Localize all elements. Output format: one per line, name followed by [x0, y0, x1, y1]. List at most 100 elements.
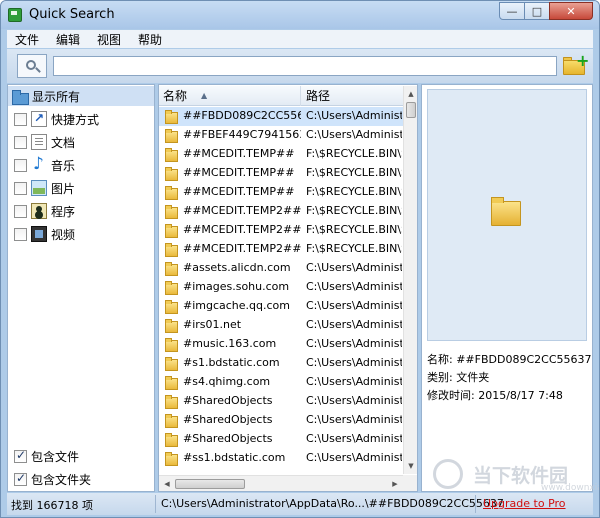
filter-label: 视频	[51, 227, 76, 242]
upgrade-link[interactable]: Upgrade to Pro	[483, 497, 566, 510]
watermark-logo-icon	[433, 459, 463, 489]
include-folders-checkbox[interactable]	[14, 471, 27, 486]
filter-program-checkbox[interactable]	[14, 204, 27, 218]
row-name: #SharedObjects	[183, 394, 273, 407]
scroll-left-icon[interactable]: ◀	[161, 478, 173, 490]
menu-file[interactable]: 文件	[7, 31, 48, 48]
vertical-scrollbar[interactable]: ▲ ▼	[403, 86, 417, 474]
filter-music[interactable]: 音乐	[14, 154, 76, 175]
row-name: ##MCEDIT.TEMP##	[183, 166, 295, 179]
folder-icon	[165, 110, 178, 124]
row-path: C:\Users\Administrat	[306, 280, 402, 293]
filter-shortcut-checkbox[interactable]	[14, 112, 27, 126]
row-path: F:\$RECYCLE.BIN\S-	[306, 166, 402, 179]
row-name: #s1.bdstatic.com	[183, 356, 280, 369]
include-files-label: 包含文件	[31, 449, 80, 464]
table-row[interactable]: ##MCEDIT.TEMP## F:\$RECYCLE.BIN\S-	[159, 164, 403, 183]
table-row[interactable]: #music.163.com C:\Users\Administrat	[159, 335, 403, 354]
preview-panel: 名称: ##FBDD089C2CC55637 类别: 文件夹 修改时间: 201…	[421, 84, 593, 492]
table-row[interactable]: #ss1.bdstatic.com C:\Users\Administrat	[159, 449, 403, 468]
folder-icon	[165, 262, 178, 276]
column-header-name-label: 名称	[163, 89, 188, 103]
preview-image	[427, 89, 587, 341]
column-header-path[interactable]: 路径	[302, 86, 402, 106]
table-row[interactable]: #SharedObjects C:\Users\Administrat	[159, 430, 403, 449]
menu-help[interactable]: 帮助	[130, 31, 171, 48]
filter-shortcut[interactable]: 快捷方式	[14, 109, 99, 129]
horizontal-scroll-thumb[interactable]	[175, 479, 245, 489]
row-name: ##MCEDIT.TEMP##	[183, 185, 295, 198]
filter-video[interactable]: 视频	[14, 224, 75, 244]
row-path: C:\Users\Administrat	[306, 394, 402, 407]
app-icon	[8, 8, 22, 22]
column-header-name[interactable]: 名称 ▲	[159, 86, 301, 106]
table-row[interactable]: #s4.qhimg.com C:\Users\Administrat	[159, 373, 403, 392]
filter-picture-checkbox[interactable]	[14, 181, 27, 195]
folder-icon	[165, 376, 178, 390]
maximize-button[interactable]: □	[524, 2, 550, 20]
folder-icon	[165, 300, 178, 314]
filter-document-checkbox[interactable]	[14, 135, 27, 149]
row-path: C:\Users\Administrat	[306, 128, 402, 141]
table-row[interactable]: ##MCEDIT.TEMP## F:\$RECYCLE.BIN\S-	[159, 145, 403, 164]
table-row[interactable]: ##MCEDIT.TEMP2## F:\$RECYCLE.BIN\S-	[159, 221, 403, 240]
scroll-down-icon[interactable]: ▼	[405, 460, 417, 472]
program-icon	[31, 203, 47, 219]
include-files-checkbox[interactable]	[14, 448, 27, 463]
filter-video-checkbox[interactable]	[14, 227, 27, 241]
search-bar: +	[7, 49, 593, 83]
table-row[interactable]: ##MCEDIT.TEMP## F:\$RECYCLE.BIN\S-	[159, 183, 403, 202]
filter-document[interactable]: 文档	[14, 132, 75, 152]
filter-picture[interactable]: 图片	[14, 178, 75, 198]
folder-icon	[165, 167, 178, 181]
table-row[interactable]: ##MCEDIT.TEMP2## F:\$RECYCLE.BIN\S-	[159, 240, 403, 259]
table-row[interactable]: #SharedObjects C:\Users\Administrat	[159, 392, 403, 411]
filter-program[interactable]: 程序	[14, 201, 75, 221]
row-name: #images.sohu.com	[183, 280, 290, 293]
table-row[interactable]: #images.sohu.com C:\Users\Administrat	[159, 278, 403, 297]
scroll-right-icon[interactable]: ▶	[389, 478, 401, 490]
horizontal-scrollbar[interactable]: ◀ ▶	[159, 475, 403, 491]
include-files-option[interactable]: 包含文件	[14, 446, 79, 466]
table-row[interactable]: #SharedObjects C:\Users\Administrat	[159, 411, 403, 430]
row-path: F:\$RECYCLE.BIN\S-	[306, 242, 402, 255]
filter-show-all[interactable]: 显示所有	[8, 86, 154, 106]
preview-modified-label: 修改时间:	[427, 389, 475, 402]
vertical-scroll-thumb[interactable]	[406, 102, 416, 118]
row-path: C:\Users\Administrat	[306, 109, 402, 122]
search-input[interactable]	[53, 56, 557, 76]
filter-label: 音乐	[51, 158, 76, 173]
close-button[interactable]: ✕	[549, 2, 593, 20]
menu-view[interactable]: 视图	[89, 31, 130, 48]
table-row[interactable]: ##FBEF449C79415637 C:\Users\Administrat	[159, 126, 403, 145]
include-folders-option[interactable]: 包含文件夹	[14, 469, 91, 489]
window-controls: — □ ✕	[499, 2, 593, 20]
preview-modified-value: 2015/8/17 7:48	[478, 389, 563, 402]
scroll-up-icon[interactable]: ▲	[405, 88, 417, 100]
watermark-url: www.downxia.com	[541, 483, 599, 493]
add-folder-icon[interactable]: +	[563, 53, 589, 76]
picture-icon	[31, 180, 47, 196]
row-name: #SharedObjects	[183, 413, 273, 426]
table-row[interactable]: ##FBDD089C2CC55637 C:\Users\Administrat	[159, 107, 403, 126]
minimize-button[interactable]: —	[499, 2, 525, 20]
row-path: C:\Users\Administrat	[306, 356, 402, 369]
table-row[interactable]: ##MCEDIT.TEMP2## F:\$RECYCLE.BIN\S-	[159, 202, 403, 221]
window-title: Quick Search	[29, 7, 115, 22]
row-path: C:\Users\Administrat	[306, 337, 402, 350]
table-row[interactable]: #s1.bdstatic.com C:\Users\Administrat	[159, 354, 403, 373]
menu-edit[interactable]: 编辑	[48, 31, 89, 48]
title-bar[interactable]: Quick Search — □ ✕	[1, 1, 599, 29]
filter-music-checkbox[interactable]	[14, 158, 27, 172]
row-path: F:\$RECYCLE.BIN\S-	[306, 185, 402, 198]
table-row[interactable]: #imgcache.qq.com C:\Users\Administrat	[159, 297, 403, 316]
column-header: 名称 ▲ 路径	[159, 86, 403, 106]
row-path: C:\Users\Administrat	[306, 375, 402, 388]
filter-label: 文档	[51, 135, 76, 150]
filter-label: 图片	[51, 181, 76, 196]
sort-ascending-icon: ▲	[201, 91, 208, 100]
table-row[interactable]: #irs01.net C:\Users\Administrat	[159, 316, 403, 335]
table-row[interactable]: #assets.alicdn.com C:\Users\Administrat	[159, 259, 403, 278]
search-button[interactable]	[17, 54, 47, 78]
row-path: C:\Users\Administrat	[306, 432, 402, 445]
